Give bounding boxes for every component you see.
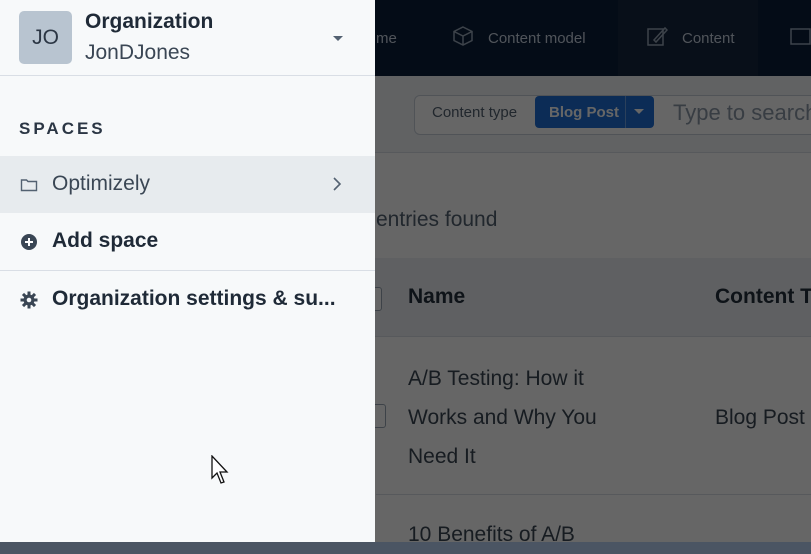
chevron-down-icon[interactable]: [634, 109, 644, 114]
organization-settings-label: Organization settings & su...: [52, 287, 336, 310]
nav-item-content-model[interactable]: Content model: [452, 0, 586, 76]
nav-item-home[interactable]: me: [376, 0, 397, 76]
organization-title: Organization: [85, 10, 214, 33]
spaces-heading: SPACES: [19, 119, 106, 138]
content-type-value: Blog Post: [549, 104, 619, 121]
chevron-down-icon: [333, 36, 343, 41]
search-input[interactable]: Type to search: [673, 100, 811, 126]
nav-item-content[interactable]: Content: [618, 0, 758, 76]
table-row-title[interactable]: 10 Benefits of A/B: [408, 515, 638, 554]
space-switcher-panel: JO Organization JonDJones SPACES Optimiz…: [0, 0, 375, 542]
nav-item-media[interactable]: [790, 0, 811, 76]
organization-name: JonDJones: [85, 41, 191, 64]
add-space-label: Add space: [52, 229, 159, 252]
entries-count: entries found: [376, 208, 498, 231]
add-space-button[interactable]: Add space: [0, 213, 375, 270]
organization-settings-button[interactable]: Organization settings & su...: [0, 271, 375, 328]
nav-content-label: Content: [682, 29, 735, 47]
nav-content-model-label: Content model: [488, 29, 586, 47]
avatar: JO: [19, 11, 72, 64]
plus-circle-icon: [20, 233, 38, 251]
gear-icon: [20, 291, 38, 309]
content-icon: [646, 25, 669, 51]
table-row-title[interactable]: A/B Testing: How it Works and Why You Ne…: [408, 359, 638, 476]
nav-home-label: me: [376, 29, 397, 47]
organization-switcher[interactable]: JO Organization JonDJones: [0, 0, 375, 76]
column-header-name[interactable]: Name: [408, 285, 465, 309]
media-icon: [790, 25, 811, 51]
space-item-optimizely[interactable]: Optimizely: [0, 156, 375, 213]
column-header-content-type[interactable]: Content T: [715, 285, 811, 309]
content-model-icon: [452, 25, 474, 51]
content-type-filter-chip[interactable]: Blog Post: [535, 96, 654, 128]
table-row-content-type: Blog Post: [715, 406, 805, 429]
content-type-label: Content type: [432, 104, 518, 121]
mouse-pointer-icon: [211, 454, 233, 490]
space-item-label: Optimizely: [52, 172, 151, 195]
folder-icon: [20, 176, 38, 194]
chevron-right-icon: [331, 176, 343, 197]
